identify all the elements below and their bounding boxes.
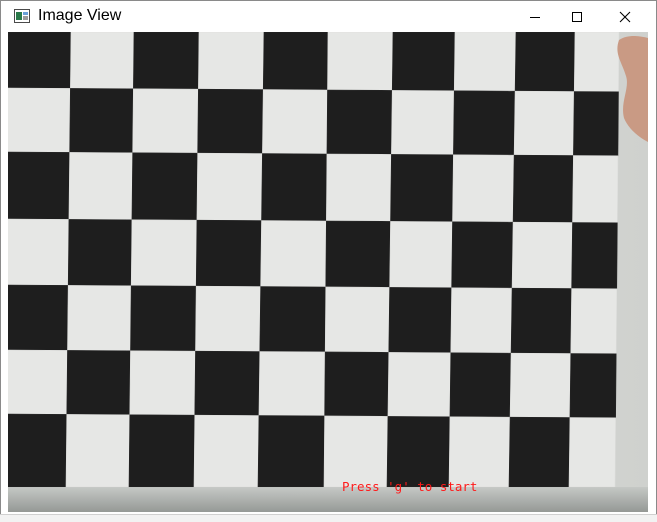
light-square — [68, 152, 133, 221]
light-square — [391, 90, 455, 156]
light-square — [327, 32, 394, 91]
light-square — [511, 221, 573, 289]
image-window-icon — [14, 9, 30, 23]
image-view-window: Image View Press 'g' to start — [0, 0, 657, 521]
light-square — [262, 89, 328, 155]
dark-square — [453, 90, 516, 156]
dark-square — [571, 222, 618, 290]
light-square — [568, 417, 616, 488]
dark-square — [66, 350, 131, 416]
light-square — [260, 220, 327, 288]
dark-square — [388, 287, 452, 354]
dark-square — [569, 353, 617, 419]
dark-square — [451, 221, 514, 289]
dark-square — [197, 88, 264, 154]
dark-square — [325, 220, 391, 288]
close-icon — [619, 11, 631, 22]
dark-square — [69, 88, 134, 154]
dark-square — [194, 350, 261, 416]
dark-square — [67, 219, 133, 287]
dark-square — [195, 219, 262, 287]
light-square — [513, 90, 575, 156]
close-button[interactable] — [602, 1, 648, 32]
minimize-icon — [530, 16, 540, 18]
light-square — [572, 155, 619, 224]
light-square — [450, 287, 513, 354]
light-square — [258, 351, 326, 417]
light-square — [193, 414, 260, 488]
overlay-instruction-text: Press 'g' to start — [342, 479, 477, 494]
light-square — [573, 32, 620, 93]
dark-square — [8, 32, 72, 89]
dark-square — [8, 284, 69, 351]
light-square — [452, 154, 515, 223]
dark-square — [512, 154, 574, 223]
light-square — [195, 285, 261, 352]
light-square — [509, 352, 572, 418]
light-square — [389, 221, 453, 289]
dark-square — [510, 287, 572, 354]
minimize-button[interactable] — [512, 1, 558, 32]
light-square — [8, 87, 71, 153]
title-bar[interactable]: Image View — [1, 1, 656, 32]
light-square — [67, 285, 132, 352]
light-square — [130, 219, 198, 287]
light-square — [70, 32, 135, 90]
dark-square — [508, 416, 571, 488]
dark-square — [326, 89, 393, 155]
camera-image-view[interactable]: Press 'g' to start — [8, 32, 648, 512]
light-square — [129, 350, 196, 416]
maximize-icon — [572, 11, 582, 22]
light-square — [198, 32, 265, 90]
dark-square — [130, 285, 197, 352]
dark-square — [8, 151, 70, 220]
dark-square — [573, 91, 619, 157]
dark-square — [449, 352, 512, 418]
dark-square — [8, 413, 68, 488]
dark-square — [386, 416, 451, 488]
light-square — [570, 288, 618, 355]
window-title: Image View — [38, 7, 122, 24]
dark-square — [131, 152, 198, 221]
light-square — [323, 415, 389, 488]
light-square — [8, 349, 68, 415]
maximize-button[interactable] — [554, 1, 600, 32]
dark-square — [391, 32, 456, 92]
light-square — [387, 352, 452, 418]
dark-square — [262, 32, 329, 91]
dark-square — [390, 154, 454, 223]
light-square — [196, 152, 263, 221]
dark-square — [514, 32, 576, 92]
light-square — [326, 153, 392, 222]
light-square — [453, 32, 517, 92]
light-square — [65, 414, 131, 488]
dark-square — [257, 415, 325, 488]
light-square — [324, 286, 390, 353]
dark-square — [261, 153, 328, 222]
checkerboard-squares — [8, 32, 620, 488]
dark-square — [133, 32, 200, 90]
checkerboard-image: Press 'g' to start — [8, 32, 648, 512]
board-bottom-edge — [8, 487, 648, 512]
light-square — [132, 88, 199, 154]
dark-square — [324, 351, 390, 417]
dark-square — [128, 414, 196, 488]
light-square — [448, 416, 511, 488]
light-square — [8, 218, 70, 286]
dark-square — [259, 286, 327, 353]
